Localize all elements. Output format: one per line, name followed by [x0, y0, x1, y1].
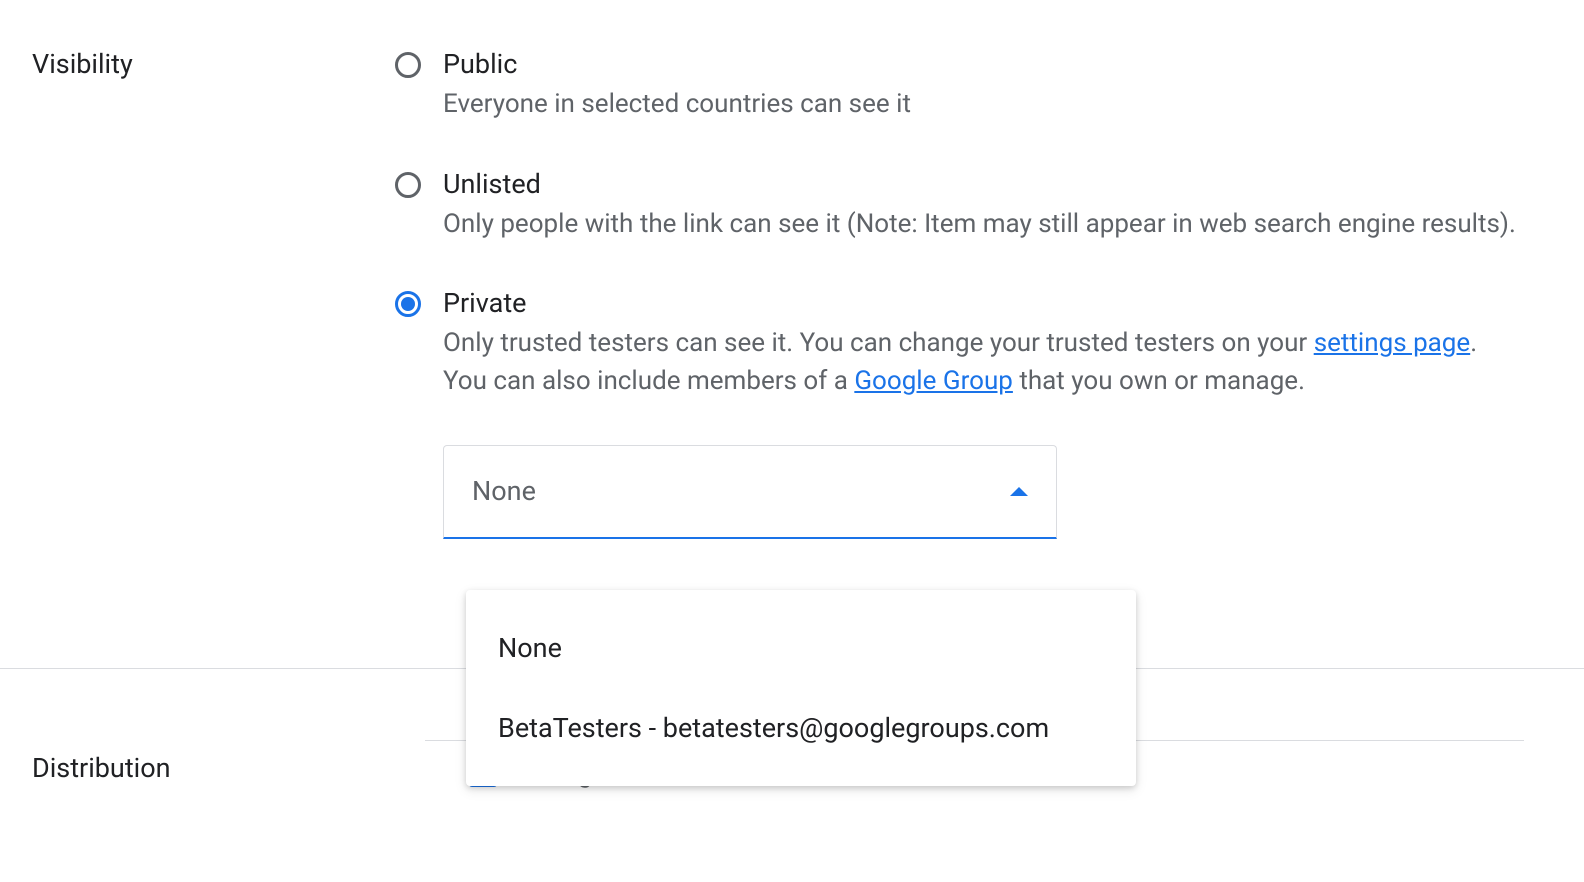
- visibility-content: Public Everyone in selected countries ca…: [395, 0, 1584, 539]
- dropdown-value: None: [472, 475, 1010, 507]
- private-desc-text3: You can also include members of a: [443, 366, 854, 396]
- visibility-option-unlisted[interactable]: Unlisted Only people with the link can s…: [395, 168, 1524, 244]
- option-text-public: Public Everyone in selected countries ca…: [443, 48, 1524, 124]
- radio-unlisted[interactable]: [395, 172, 421, 198]
- private-desc-text1: Only trusted testers can see it. You can…: [443, 328, 1314, 358]
- option-text-private: Private Only trusted testers can see it.…: [443, 287, 1524, 400]
- radio-public[interactable]: [395, 52, 421, 78]
- option-text-unlisted: Unlisted Only people with the link can s…: [443, 168, 1524, 244]
- dropdown-item-betatesters[interactable]: BetaTesters - betatesters@googlegroups.c…: [466, 688, 1136, 768]
- settings-page-link[interactable]: settings page: [1314, 328, 1471, 358]
- group-dropdown[interactable]: None: [443, 445, 1057, 539]
- private-desc-text4: that you own or manage.: [1013, 366, 1305, 396]
- dropdown-menu: None BetaTesters - betatesters@googlegro…: [466, 590, 1136, 786]
- visibility-label: Visibility: [0, 0, 395, 80]
- visibility-option-private[interactable]: Private Only trusted testers can see it.…: [395, 287, 1524, 400]
- visibility-section: Visibility Public Everyone in selected c…: [0, 0, 1584, 539]
- option-title-private: Private: [443, 287, 1524, 319]
- option-title-unlisted: Unlisted: [443, 168, 1524, 200]
- radio-private[interactable]: [395, 291, 421, 317]
- google-group-link[interactable]: Google Group: [854, 366, 1013, 396]
- caret-up-icon: [1010, 487, 1028, 496]
- option-desc-private: Only trusted testers can see it. You can…: [443, 325, 1524, 400]
- private-desc-text2: .: [1470, 328, 1477, 358]
- visibility-option-public[interactable]: Public Everyone in selected countries ca…: [395, 48, 1524, 124]
- option-title-public: Public: [443, 48, 1524, 80]
- option-desc-unlisted: Only people with the link can see it (No…: [443, 206, 1524, 244]
- option-desc-public: Everyone in selected countries can see i…: [443, 86, 1524, 124]
- dropdown-item-none[interactable]: None: [466, 608, 1136, 688]
- distribution-label: Distribution: [0, 740, 395, 784]
